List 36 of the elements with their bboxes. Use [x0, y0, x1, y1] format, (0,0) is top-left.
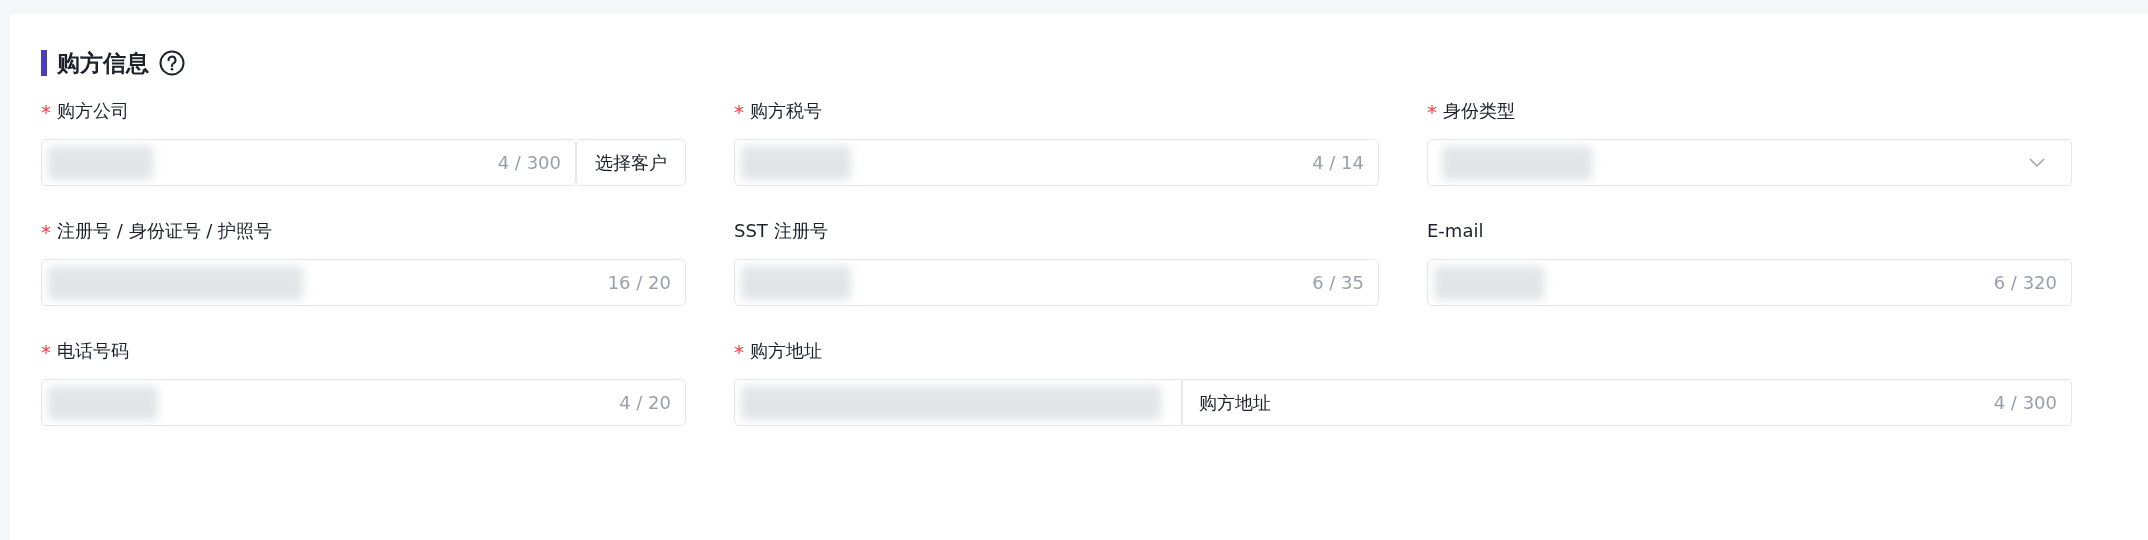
input-field[interactable]: 6 / 320	[1427, 259, 2072, 306]
section-title: 购方信息	[57, 48, 149, 78]
required-mark: *	[734, 339, 744, 362]
chevron-down-icon	[2029, 157, 2045, 168]
field-label: 购方公司	[57, 98, 129, 123]
field-label: SST 注册号	[734, 218, 828, 243]
input-field[interactable]: 16 / 20	[41, 259, 686, 306]
character-counter: 16 / 20	[607, 271, 671, 295]
field-label: 购方地址	[750, 338, 822, 363]
character-counter: 4 / 14	[1312, 151, 1364, 175]
character-counter: 6 / 320	[1993, 271, 2057, 295]
required-mark: *	[41, 339, 51, 362]
character-counter: 4 / 300	[497, 151, 561, 175]
input-field[interactable]: 6 / 35	[734, 259, 1379, 306]
field-label: 电话号码	[57, 338, 129, 363]
help-icon[interactable]	[159, 50, 185, 76]
required-mark: *	[734, 99, 744, 122]
input-field[interactable]: 购方地址 4 / 300	[1182, 379, 2072, 426]
accent-bar	[41, 50, 47, 76]
select-customer-button[interactable]: 选择客户	[576, 139, 686, 186]
input-field[interactable]	[734, 379, 1182, 426]
character-counter: 4 / 20	[619, 391, 671, 415]
field-label: 注册号 / 身份证号 / 护照号	[57, 218, 272, 243]
field-label: E-mail	[1427, 218, 1484, 243]
required-mark: *	[41, 219, 51, 242]
dropdown-field[interactable]	[1427, 139, 2072, 186]
address-value: 购方地址	[1198, 391, 1271, 415]
required-mark: *	[1427, 99, 1437, 122]
input-field[interactable]: 4 / 14	[734, 139, 1379, 186]
input-field[interactable]: 4 / 20	[41, 379, 686, 426]
field-label: 购方税号	[750, 98, 822, 123]
character-counter: 6 / 35	[1312, 271, 1364, 295]
input-field[interactable]: 4 / 300	[41, 139, 576, 186]
field-label: 身份类型	[1443, 98, 1515, 123]
character-counter: 4 / 300	[1993, 391, 2057, 415]
required-mark: *	[41, 99, 51, 122]
